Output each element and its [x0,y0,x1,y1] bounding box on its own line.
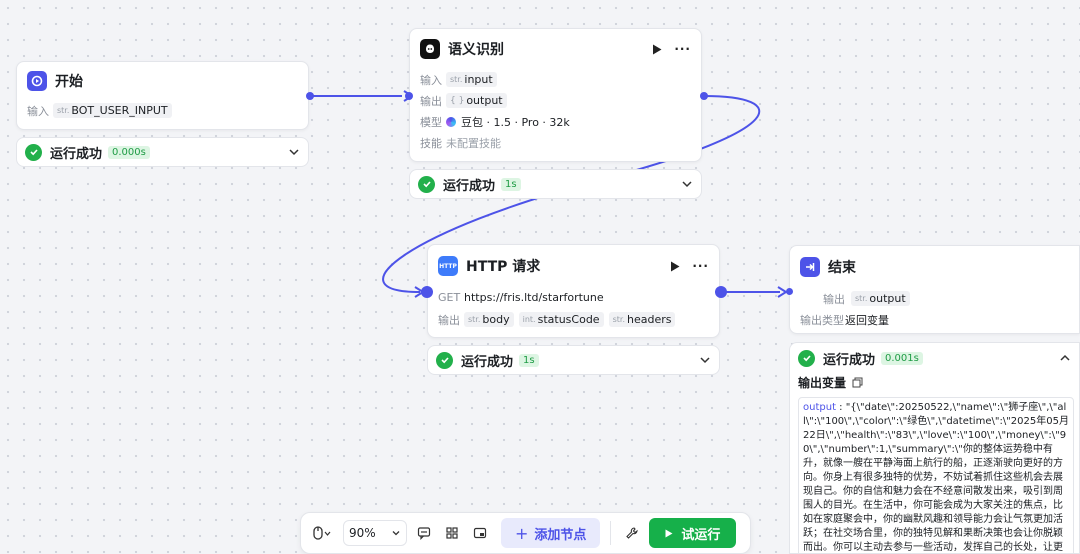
layout-grid-icon[interactable] [441,522,463,544]
start-input-label: 输入 [27,104,49,118]
chevron-down-icon[interactable] [681,178,693,190]
http-method: GET [438,291,461,304]
play-icon[interactable] [670,261,680,272]
end-output-kind-label: 输出类型 [800,313,844,327]
http-output-tag-statuscode: int. statusCode [518,312,604,327]
intent-status-text: 运行成功 [443,178,496,194]
bottom-toolbar: 90% + 添加节点 试运行 [300,512,751,554]
more-icon[interactable]: ··· [674,42,691,56]
end-input-port[interactable] [786,288,793,295]
success-check-icon [798,349,815,367]
http-output-tag-body: str. body [464,312,514,327]
minimap-icon[interactable] [469,522,491,544]
chevron-up-icon[interactable] [1059,352,1071,364]
http-status-bar[interactable]: 运行成功 1s [427,345,720,375]
start-input-tag: str. BOT_USER_INPUT [53,103,172,118]
http-status-time: 1s [519,353,539,367]
http-output-tag-headers: str. headers [608,312,676,327]
http-node-title: HTTP 请求 [466,259,541,275]
end-output-panel[interactable]: 运行成功 0.001s 输出变量 output : "{\"date\":202… [789,342,1080,554]
chevron-down-icon[interactable] [699,354,711,366]
output-value-text: : "{\"date\":20250522,\"name\":\"狮子座\",\… [803,402,1069,553]
zoom-value: 90% [349,526,376,540]
http-url: https://fris.ltd/starfortune [464,291,604,304]
plus-icon: + [515,523,529,543]
start-status-time: 0.000s [108,145,150,159]
end-output-label: 输出 [823,292,845,306]
start-output-port[interactable] [306,92,314,100]
start-icon [27,71,47,91]
output-vars-title: 输出变量 [798,375,847,390]
test-run-label: 试运行 [681,527,721,543]
comment-icon[interactable] [413,522,435,544]
end-status-text: 运行成功 [823,352,876,368]
intent-skill-value: 未配置技能 [446,136,501,150]
output-value-box[interactable]: output : "{\"date\":20250522,\"name\":\"… [798,397,1074,553]
end-output-kind-value: 返回变量 [845,313,889,327]
http-status-text: 运行成功 [461,354,514,370]
intent-status-bar[interactable]: 运行成功 1s [409,169,702,199]
http-node[interactable]: HTTP HTTP 请求 ··· GET https://fris.ltd/st… [427,244,720,338]
intent-node-title: 语义识别 [448,42,504,58]
intent-node[interactable]: 语义识别 ··· 输入 str. input 输出 { } output 模型 豆包… [409,28,702,162]
http-output-label: 输出 [438,313,460,327]
intent-status-time: 1s [501,177,521,191]
intent-model-value: 豆包 · 1.5 · Pro · 32k [461,115,570,129]
add-node-label: 添加节点 [534,527,587,543]
success-check-icon [25,143,42,161]
intent-input-tag: str. input [446,72,497,87]
intent-input-label: 输入 [420,73,442,87]
wrench-icon[interactable] [621,522,643,544]
end-node[interactable]: 结束 输出 str. output 输出类型 返回变量 [789,245,1080,334]
intent-output-tag: { } output [446,93,507,108]
http-input-port[interactable] [421,286,433,298]
copy-icon[interactable] [852,377,863,388]
http-output-port[interactable] [715,286,727,298]
more-icon[interactable]: ··· [692,259,709,273]
toolbar-divider [610,521,612,545]
chevron-down-icon[interactable] [288,146,300,158]
start-status-text: 运行成功 [50,146,103,162]
end-output-tag: str. output [851,291,910,306]
intent-model-label: 模型 [420,115,442,129]
success-check-icon [418,175,435,193]
play-icon[interactable] [652,44,662,55]
success-check-icon [436,351,453,369]
end-node-title: 结束 [828,260,856,276]
doubao-model-icon [446,116,456,127]
chevron-down-icon [392,531,400,536]
end-icon [800,257,820,277]
http-icon: HTTP [438,256,458,276]
zoom-select[interactable]: 90% [343,520,407,546]
intent-skill-label: 技能 [420,136,442,150]
intent-icon [420,39,440,59]
test-run-button[interactable]: 试运行 [649,518,737,548]
intent-input-port[interactable] [405,92,413,100]
end-status-time: 0.001s [881,351,923,365]
intent-output-label: 输出 [420,94,442,108]
output-key: output [803,402,836,413]
start-status-bar[interactable]: 运行成功 0.000s [16,137,309,167]
play-icon [665,529,673,537]
intent-output-port[interactable] [700,92,708,100]
start-node[interactable]: 开始 输入 str. BOT_USER_INPUT [16,61,309,130]
mouse-mode-icon[interactable] [307,522,337,544]
add-node-button[interactable]: + 添加节点 [501,518,601,548]
start-node-title: 开始 [55,74,83,90]
